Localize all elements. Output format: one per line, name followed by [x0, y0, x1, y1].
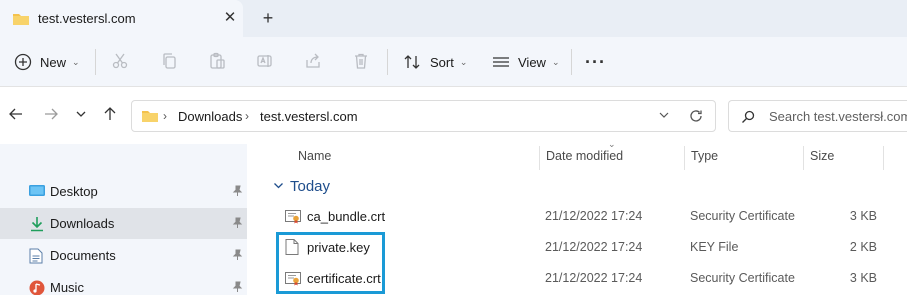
column-header-date[interactable]: Date modified	[546, 149, 623, 163]
search-input[interactable]: Search test.vestersł.com	[728, 100, 907, 132]
column-header-type[interactable]: Type	[691, 149, 718, 163]
certificate-icon	[285, 208, 301, 227]
file-size: 3 KB	[849, 209, 877, 223]
command-bar: New ⌄ Sort ⌄ View ⌄ ···	[0, 37, 907, 87]
pane-splitter[interactable]	[247, 144, 263, 295]
pin-icon[interactable]	[232, 217, 243, 232]
navigation-pane: Desktop Downloads Documents Music	[0, 144, 247, 295]
forward-button[interactable]	[40, 104, 62, 126]
column-divider[interactable]	[803, 146, 804, 170]
view-label: View	[518, 54, 546, 70]
download-icon	[29, 216, 45, 235]
new-tab-button[interactable]: +	[258, 7, 278, 29]
folder-icon	[141, 109, 159, 126]
sort-label: Sort	[430, 54, 454, 70]
chevron-down-icon[interactable]	[658, 109, 670, 124]
group-header-today[interactable]: Today	[273, 178, 330, 195]
column-divider[interactable]	[883, 146, 884, 170]
tab-strip: test.vestersl.com ✕ +	[0, 0, 907, 37]
file-size: 2 KB	[849, 240, 877, 254]
divider	[571, 49, 572, 75]
copy-button[interactable]	[160, 37, 178, 87]
divider	[387, 49, 388, 75]
paste-button[interactable]	[208, 37, 226, 87]
music-icon	[29, 280, 45, 295]
chevron-down-icon: ⌄	[72, 56, 80, 67]
chevron-down-icon	[273, 179, 284, 194]
file-type: KEY File	[690, 240, 739, 254]
paste-icon	[208, 52, 226, 73]
more-icon: ···	[585, 51, 606, 72]
sidebar-item-label: Downloads	[50, 216, 115, 231]
share-button[interactable]	[304, 37, 322, 87]
file-size: 3 KB	[849, 271, 877, 285]
file-name: ca_bundle.crt	[307, 209, 386, 224]
cut-icon	[111, 52, 129, 73]
view-button[interactable]: View ⌄	[492, 37, 560, 87]
plus-circle-icon	[14, 53, 32, 71]
column-divider[interactable]	[539, 146, 540, 170]
file-date: 21/12/2022 17:24	[545, 209, 643, 223]
file-date: 21/12/2022 17:24	[545, 240, 643, 254]
view-list-icon	[492, 53, 510, 71]
chevron-down-icon	[75, 108, 87, 123]
copy-icon	[160, 52, 178, 73]
more-options-button[interactable]: ···	[585, 37, 606, 87]
rename-button[interactable]	[256, 37, 274, 87]
highlight-annotation	[276, 232, 385, 294]
group-label: Today	[290, 178, 331, 195]
close-icon[interactable]: ✕	[220, 8, 240, 28]
sidebar-item-label: Documents	[50, 248, 116, 263]
address-row: › Downloads › test.vestersl.com Search t…	[0, 88, 907, 144]
cut-button[interactable]	[111, 37, 129, 87]
refresh-icon[interactable]	[688, 108, 704, 127]
up-button[interactable]	[99, 104, 121, 126]
pin-icon[interactable]	[232, 185, 243, 200]
new-button[interactable]: New ⌄	[14, 37, 80, 87]
sidebar-item-label: Music	[50, 280, 84, 295]
breadcrumb-downloads[interactable]: Downloads	[178, 109, 242, 124]
breadcrumb-separator[interactable]: ›	[245, 109, 249, 123]
sort-button[interactable]: Sort ⌄	[403, 37, 467, 87]
column-header-size[interactable]: Size	[810, 149, 834, 163]
file-type: Security Certificate	[690, 209, 795, 223]
file-list: ⌄ Name Date modified Type Size Today ca_…	[263, 139, 907, 295]
chevron-down-icon: ⌄	[459, 56, 468, 67]
pin-icon[interactable]	[232, 249, 243, 264]
column-divider[interactable]	[684, 146, 685, 170]
new-label: New	[40, 54, 67, 70]
pin-icon[interactable]	[232, 281, 243, 295]
breadcrumb-separator[interactable]: ›	[163, 109, 167, 123]
folder-icon	[12, 12, 30, 29]
chevron-down-icon: ⌄	[551, 56, 560, 67]
address-bar[interactable]: › Downloads › test.vestersl.com	[131, 100, 716, 132]
table-row[interactable]: ca_bundle.crt 21/12/2022 17:24 Security …	[263, 201, 907, 231]
breadcrumb-current[interactable]: test.vestersl.com	[260, 109, 358, 124]
delete-icon	[352, 52, 370, 73]
arrow-up-icon	[102, 106, 118, 125]
column-header-name[interactable]: Name	[298, 149, 331, 163]
arrow-left-icon	[8, 106, 24, 125]
rename-icon	[256, 52, 274, 73]
delete-button[interactable]	[352, 37, 370, 87]
sidebar-item-downloads[interactable]: Downloads	[0, 208, 247, 239]
search-icon	[741, 110, 755, 127]
tab-title: test.vestersl.com	[38, 11, 136, 26]
desktop-icon	[29, 184, 45, 201]
divider	[95, 49, 96, 75]
sidebar-item-documents[interactable]: Documents	[0, 240, 247, 271]
tab-active[interactable]: test.vestersl.com ✕	[0, 0, 243, 37]
sidebar-item-label: Desktop	[50, 184, 98, 199]
document-icon	[29, 248, 43, 267]
recent-locations-button[interactable]	[70, 104, 92, 126]
search-placeholder: Search test.vestersł.com	[769, 109, 907, 124]
file-date: 21/12/2022 17:24	[545, 271, 643, 285]
arrow-right-icon	[43, 106, 59, 125]
sidebar-item-desktop[interactable]: Desktop	[0, 176, 247, 207]
file-type: Security Certificate	[690, 271, 795, 285]
share-icon	[304, 52, 322, 73]
sidebar-item-music[interactable]: Music	[0, 272, 247, 295]
sort-icon	[403, 53, 421, 71]
back-button[interactable]	[5, 104, 27, 126]
